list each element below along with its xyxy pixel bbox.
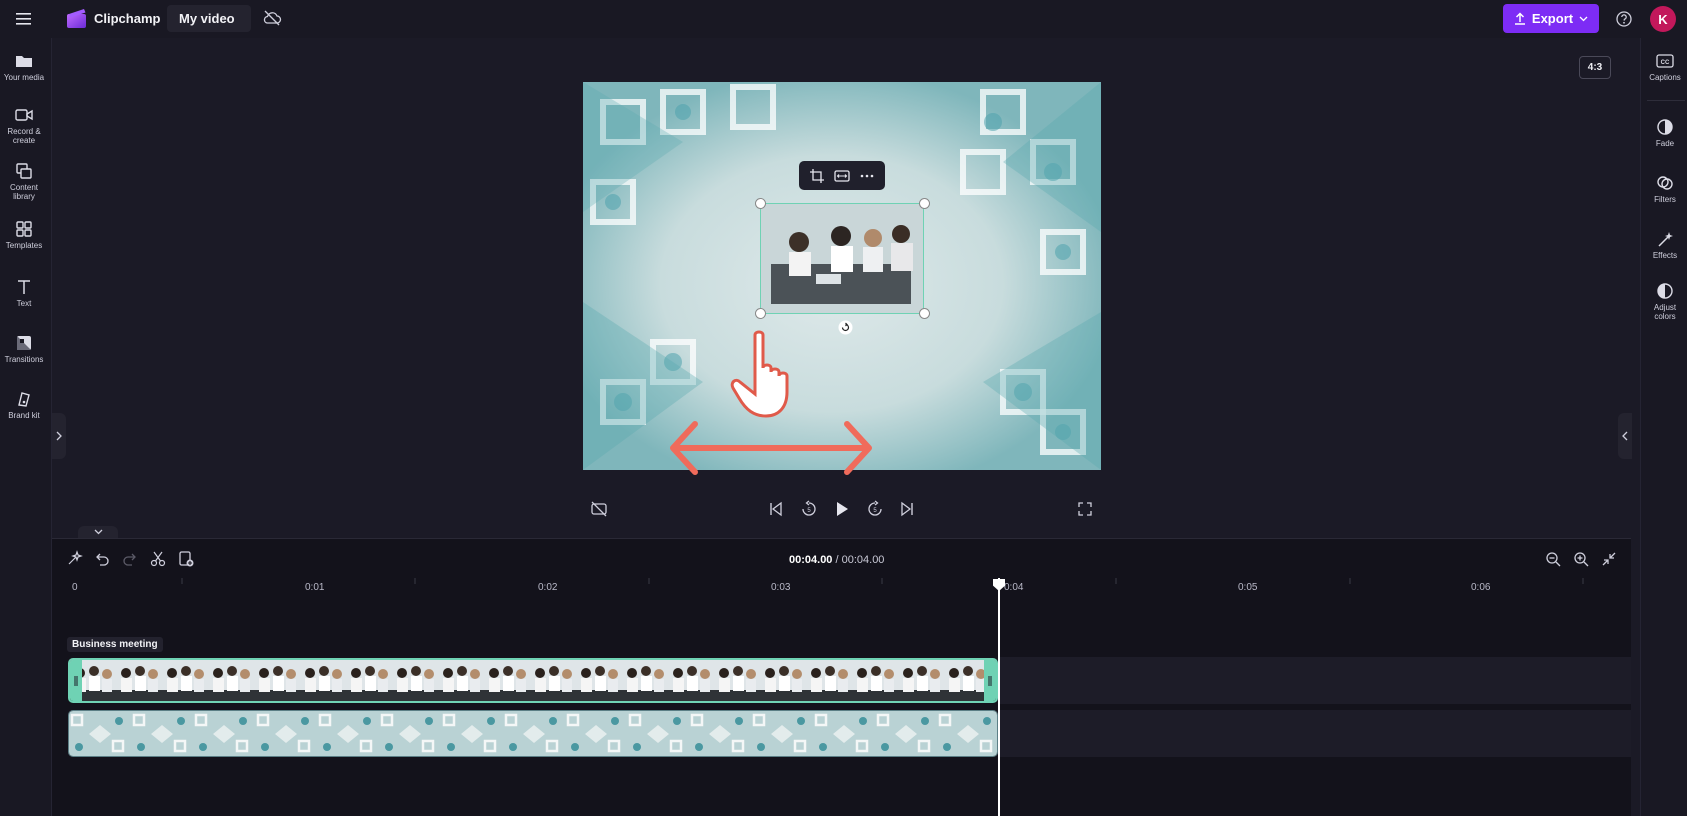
chevron-down-icon	[1579, 16, 1588, 21]
adjust-colors-icon	[1657, 283, 1673, 299]
resize-handle-top-right[interactable]	[919, 198, 930, 209]
add-media-icon[interactable]	[177, 550, 195, 568]
filters-icon	[1657, 176, 1673, 190]
crop-icon[interactable]	[809, 168, 825, 184]
sidebar-item-filters[interactable]: Filters	[1641, 174, 1687, 204]
text-icon	[18, 280, 30, 294]
top-bar: Clipchamp My video Export K	[0, 0, 1687, 38]
fit-timeline-icon[interactable]	[1600, 550, 1618, 568]
captions-icon: CC	[1656, 54, 1674, 68]
clip-label: Business meeting	[67, 637, 163, 652]
playhead[interactable]	[998, 578, 1000, 816]
clip-trim-handle-left[interactable]	[70, 660, 82, 701]
clipchamp-logo-icon	[66, 8, 88, 30]
ruler-tick-label: 0:03	[771, 582, 791, 593]
clip-thumbnails	[69, 711, 997, 756]
zoom-in-icon[interactable]	[1572, 550, 1590, 568]
fullscreen-icon[interactable]	[1076, 500, 1094, 518]
ruler-tick-label: 0	[72, 582, 78, 593]
clip-trim-handle-right[interactable]	[984, 660, 996, 701]
time-readout: 00:04.00 / 00:04.00	[789, 554, 884, 566]
sidebar-item-your-media[interactable]: Your media	[0, 52, 48, 82]
export-button[interactable]: Export	[1503, 4, 1599, 33]
sidebar-item-brand-kit[interactable]: Brand kit	[0, 390, 48, 420]
project-title[interactable]: My video	[179, 11, 235, 26]
templates-icon	[16, 221, 32, 237]
business-meeting-clip[interactable]	[68, 658, 998, 703]
track-row	[1000, 657, 1631, 704]
svg-text:CC: CC	[1661, 60, 1670, 66]
magic-edit-icon[interactable]	[65, 550, 83, 568]
transitions-icon	[17, 336, 31, 350]
fit-icon[interactable]	[833, 168, 851, 184]
sidebar-item-text[interactable]: Text	[0, 278, 48, 308]
svg-text:5: 5	[807, 508, 811, 514]
chevron-right-icon	[56, 431, 62, 441]
forward-5-icon[interactable]: 5	[866, 500, 884, 518]
avatar[interactable]: K	[1650, 6, 1676, 32]
overlay-video-clip[interactable]	[760, 203, 924, 314]
total-time: 00:04.00	[841, 554, 885, 566]
hamburger-menu-icon[interactable]	[12, 8, 36, 30]
brand-name: Clipchamp	[94, 11, 161, 26]
current-time: 00:04.00	[789, 554, 833, 566]
cloud-off-icon[interactable]	[262, 9, 282, 27]
sidebar-item-transitions[interactable]: Transitions	[0, 334, 48, 364]
chevron-left-icon	[1622, 431, 1628, 441]
redo-icon[interactable]	[121, 550, 139, 568]
camera-icon	[15, 109, 33, 121]
double-arrow-icon	[665, 418, 877, 478]
clip-thumbnails	[70, 660, 996, 701]
ruler-tick-label: 0:06	[1471, 582, 1491, 593]
export-label: Export	[1531, 11, 1574, 26]
background-video-clip[interactable]	[68, 710, 998, 757]
more-options-icon[interactable]	[859, 168, 875, 184]
effects-icon	[1658, 232, 1673, 247]
brand-kit-icon	[18, 392, 30, 407]
ruler-tick-label: 0:02	[538, 582, 558, 593]
clip-context-toolbar	[799, 161, 885, 190]
sidebar-item-effects[interactable]: Effects	[1641, 230, 1687, 260]
expand-right-panel-button[interactable]	[1618, 413, 1632, 459]
sidebar-item-templates[interactable]: Templates	[0, 220, 48, 250]
time-separator: /	[832, 554, 842, 566]
ruler-tick-label: 0:05	[1238, 582, 1258, 593]
sidebar-item-fade[interactable]: Fade	[1641, 118, 1687, 148]
sidebar-item-content-library[interactable]: Content library	[0, 162, 48, 201]
folder-icon	[16, 56, 32, 67]
expand-left-panel-button[interactable]	[52, 413, 66, 459]
chevron-down-icon	[94, 529, 102, 535]
sidebar-item-record-create[interactable]: Record & create	[0, 106, 48, 145]
resize-handle-bottom-left[interactable]	[755, 308, 766, 319]
collapse-timeline-button[interactable]	[78, 526, 118, 538]
right-sidebar: CC Captions Fade Filters Effects Adjust …	[1640, 38, 1687, 816]
aspect-ratio-button[interactable]: 4:3	[1579, 56, 1611, 79]
track-row	[1000, 710, 1631, 757]
left-sidebar: Your media Record & create Content libra…	[0, 38, 52, 816]
business-meeting-frame	[761, 204, 923, 313]
divider	[1647, 100, 1685, 101]
zoom-out-icon[interactable]	[1544, 550, 1562, 568]
rewind-5-icon[interactable]: 5	[800, 500, 818, 518]
help-icon[interactable]	[1614, 9, 1634, 29]
rotate-handle-icon[interactable]	[838, 320, 853, 335]
skip-to-start-icon[interactable]	[767, 500, 785, 518]
ruler-tick-label: 0:01	[305, 582, 325, 593]
ruler-tick-label: 0:04	[1004, 582, 1024, 593]
skip-to-end-icon[interactable]	[898, 500, 916, 518]
play-icon[interactable]	[833, 500, 851, 518]
split-scissors-icon[interactable]	[149, 550, 167, 568]
resize-handle-top-left[interactable]	[755, 198, 766, 209]
sidebar-item-captions[interactable]: CC Captions	[1641, 52, 1687, 82]
resize-handle-bottom-right[interactable]	[919, 308, 930, 319]
library-icon	[16, 163, 32, 179]
time-ruler[interactable]	[52, 578, 1631, 600]
hand-pointer-icon	[730, 330, 805, 420]
captions-off-icon[interactable]	[590, 500, 608, 518]
svg-text:5: 5	[873, 508, 877, 514]
upload-icon	[1514, 12, 1525, 25]
undo-icon[interactable]	[93, 550, 111, 568]
fade-icon	[1657, 119, 1673, 135]
sidebar-item-adjust-colors[interactable]: Adjust colors	[1641, 282, 1687, 321]
